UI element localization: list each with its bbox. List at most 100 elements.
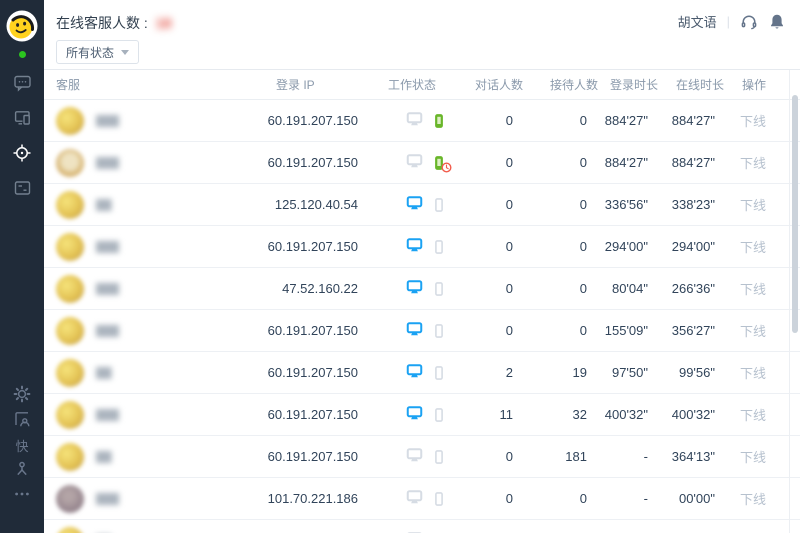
app-window: 快 在线客服人数: 18 胡文语 | 所有状态 客服 登录 IP 工作状态 对… — [0, 0, 800, 533]
agent-name-masked: ███ — [96, 324, 120, 337]
agent-cell: ███ — [44, 394, 270, 435]
reception-count-cell: 32 — [572, 407, 587, 422]
agent-avatar — [56, 316, 84, 345]
online-duration-cell: 884'27" — [671, 155, 715, 170]
status-filter-dropdown[interactable]: 所有状态 — [56, 40, 140, 64]
chat-count-cell: 0 — [505, 113, 513, 128]
chat-count-cell: 0 — [505, 323, 513, 338]
action-cell: 下线 — [726, 268, 800, 309]
offline-action-link[interactable]: 下线 — [740, 153, 766, 172]
reception-count-cell: 0 — [579, 491, 587, 506]
reception-count-cell: 0 — [579, 281, 587, 296]
pc-status-icon — [406, 153, 423, 172]
agent-name-masked: ███ — [96, 156, 120, 169]
pc-status-icon — [406, 321, 423, 340]
agent-avatar — [56, 400, 84, 429]
online-duration-cell: 00'00" — [678, 491, 715, 506]
agent-avatar — [56, 190, 84, 219]
agent-cell: ██ — [44, 520, 270, 533]
col-header-actions: 操作 — [742, 78, 767, 92]
sidebar-item-more[interactable] — [12, 488, 32, 505]
topbar: 在线客服人数 : 18 胡文语 | 所有状态 — [44, 0, 800, 70]
vertical-scrollbar-thumb[interactable] — [792, 95, 798, 333]
table-row: ███ 60.191.207.150 0 0 155'09" 356'27" 下线 — [44, 310, 800, 352]
online-duration-cell: 338'23" — [671, 197, 715, 212]
chat-count-cell: 0 — [505, 281, 513, 296]
offline-action-link[interactable]: 下线 — [740, 405, 766, 424]
table-row: ███ 60.191.207.150 0 0 884'27" 884'27" 下线 — [44, 142, 800, 184]
bell-icon[interactable] — [768, 13, 786, 31]
mobile-status-icon — [431, 323, 447, 339]
login-duration-cell: 336'56" — [604, 197, 648, 212]
agent-cell: ███ — [44, 226, 270, 267]
chat-count-cell: 0 — [505, 491, 513, 506]
sidebar-nav-top — [12, 75, 32, 202]
chat-count-cell: 0 — [505, 155, 513, 170]
agent-cell: ███ — [44, 142, 270, 183]
sidebar-item-devices[interactable] — [12, 110, 32, 129]
login-ip-cell: 47.52.160.22 — [282, 281, 358, 296]
login-ip-cell: 60.191.207.150 — [267, 449, 358, 464]
sidebar-item-conversations[interactable] — [12, 75, 32, 94]
online-agents-count-masked: 18 — [155, 15, 172, 31]
table-row: ██ 60.191.207.150 0 181 - 364'13" 下线 — [44, 436, 800, 478]
away-clock-badge-icon — [441, 161, 452, 173]
sidebar-item-records[interactable] — [12, 179, 32, 202]
online-duration-cell: 00'45" — [660, 520, 726, 533]
agent-name-masked: ██ — [96, 198, 112, 211]
pc-status-icon — [406, 111, 423, 130]
reception-count-cell: 0 — [525, 520, 600, 533]
login-ip-cell: 60.191.207.150 — [267, 113, 358, 128]
reception-count-cell: 0 — [579, 323, 587, 338]
action-cell: 下线 — [726, 226, 800, 267]
sidebar-item-visitors[interactable] — [12, 412, 32, 430]
reception-count-cell: 0 — [579, 239, 587, 254]
chat-count-cell: 11 — [499, 407, 514, 422]
agent-avatar — [56, 442, 84, 471]
login-duration-cell: 400'32" — [604, 407, 648, 422]
agent-avatar — [56, 106, 84, 135]
target-icon — [12, 143, 32, 168]
login-duration-cell: - — [643, 491, 648, 506]
login-duration-cell: 884'27" — [604, 155, 648, 170]
sidebar-item-team[interactable] — [12, 461, 32, 480]
agent-avatar — [56, 148, 84, 177]
offline-action-link[interactable]: 下线 — [740, 489, 766, 508]
offline-action-link[interactable]: 下线 — [740, 195, 766, 214]
offline-action-link[interactable]: 下线 — [740, 447, 766, 466]
work-status-cell — [370, 394, 455, 435]
online-duration-cell: 99'56" — [678, 365, 715, 380]
action-cell: 下线 — [726, 436, 800, 477]
headset-icon[interactable] — [740, 13, 758, 31]
sidebar-item-agent-monitor[interactable] — [12, 144, 32, 164]
table-row: ███ 47.52.160.22 0 0 80'04" 266'36" 下线 — [44, 268, 800, 310]
pc-status-icon — [406, 279, 423, 298]
offline-action-link[interactable]: 下线 — [740, 321, 766, 340]
current-user-name[interactable]: 胡文语 — [678, 12, 717, 31]
agent-avatar — [56, 274, 84, 303]
status-filter-label: 所有状态 — [66, 45, 115, 60]
sidebar-item-quick-reply[interactable]: 快 — [12, 438, 32, 455]
online-duration-cell: 400'32" — [671, 407, 715, 422]
work-status-cell — [370, 226, 455, 267]
agent-cell: ███ — [44, 268, 270, 309]
work-status-cell — [370, 478, 455, 519]
table-row: ███ 60.191.207.150 0 0 294'00" 294'00" 下线 — [44, 226, 800, 268]
online-agents-label: 在线客服人数 : — [56, 15, 148, 31]
login-ip-cell: 60.191.207.150 — [267, 323, 358, 338]
card-list-icon — [13, 179, 32, 202]
offline-action-link[interactable]: 下线 — [740, 363, 766, 382]
quick-reply-glyph: 快 — [15, 439, 29, 454]
login-duration-cell: 155'09" — [604, 323, 648, 338]
chat-count-cell: 0 — [505, 449, 513, 464]
col-header-login-duration: 登录时长 — [609, 78, 658, 92]
sidebar-item-settings[interactable] — [12, 385, 32, 405]
offline-action-link[interactable]: 下线 — [740, 279, 766, 298]
agents-table: 客服 登录 IP 工作状态 对话人数 接待人数 登录时长 在线时长 操作 ███… — [44, 70, 800, 533]
action-cell: 下线 — [726, 478, 800, 519]
offline-action-link[interactable]: 下线 — [740, 237, 766, 256]
reception-count-cell: 0 — [579, 197, 587, 212]
chat-count-cell: 2 — [505, 365, 513, 380]
offline-action-link[interactable]: 下线 — [740, 111, 766, 130]
online-duration-cell: 356'27" — [671, 323, 715, 338]
